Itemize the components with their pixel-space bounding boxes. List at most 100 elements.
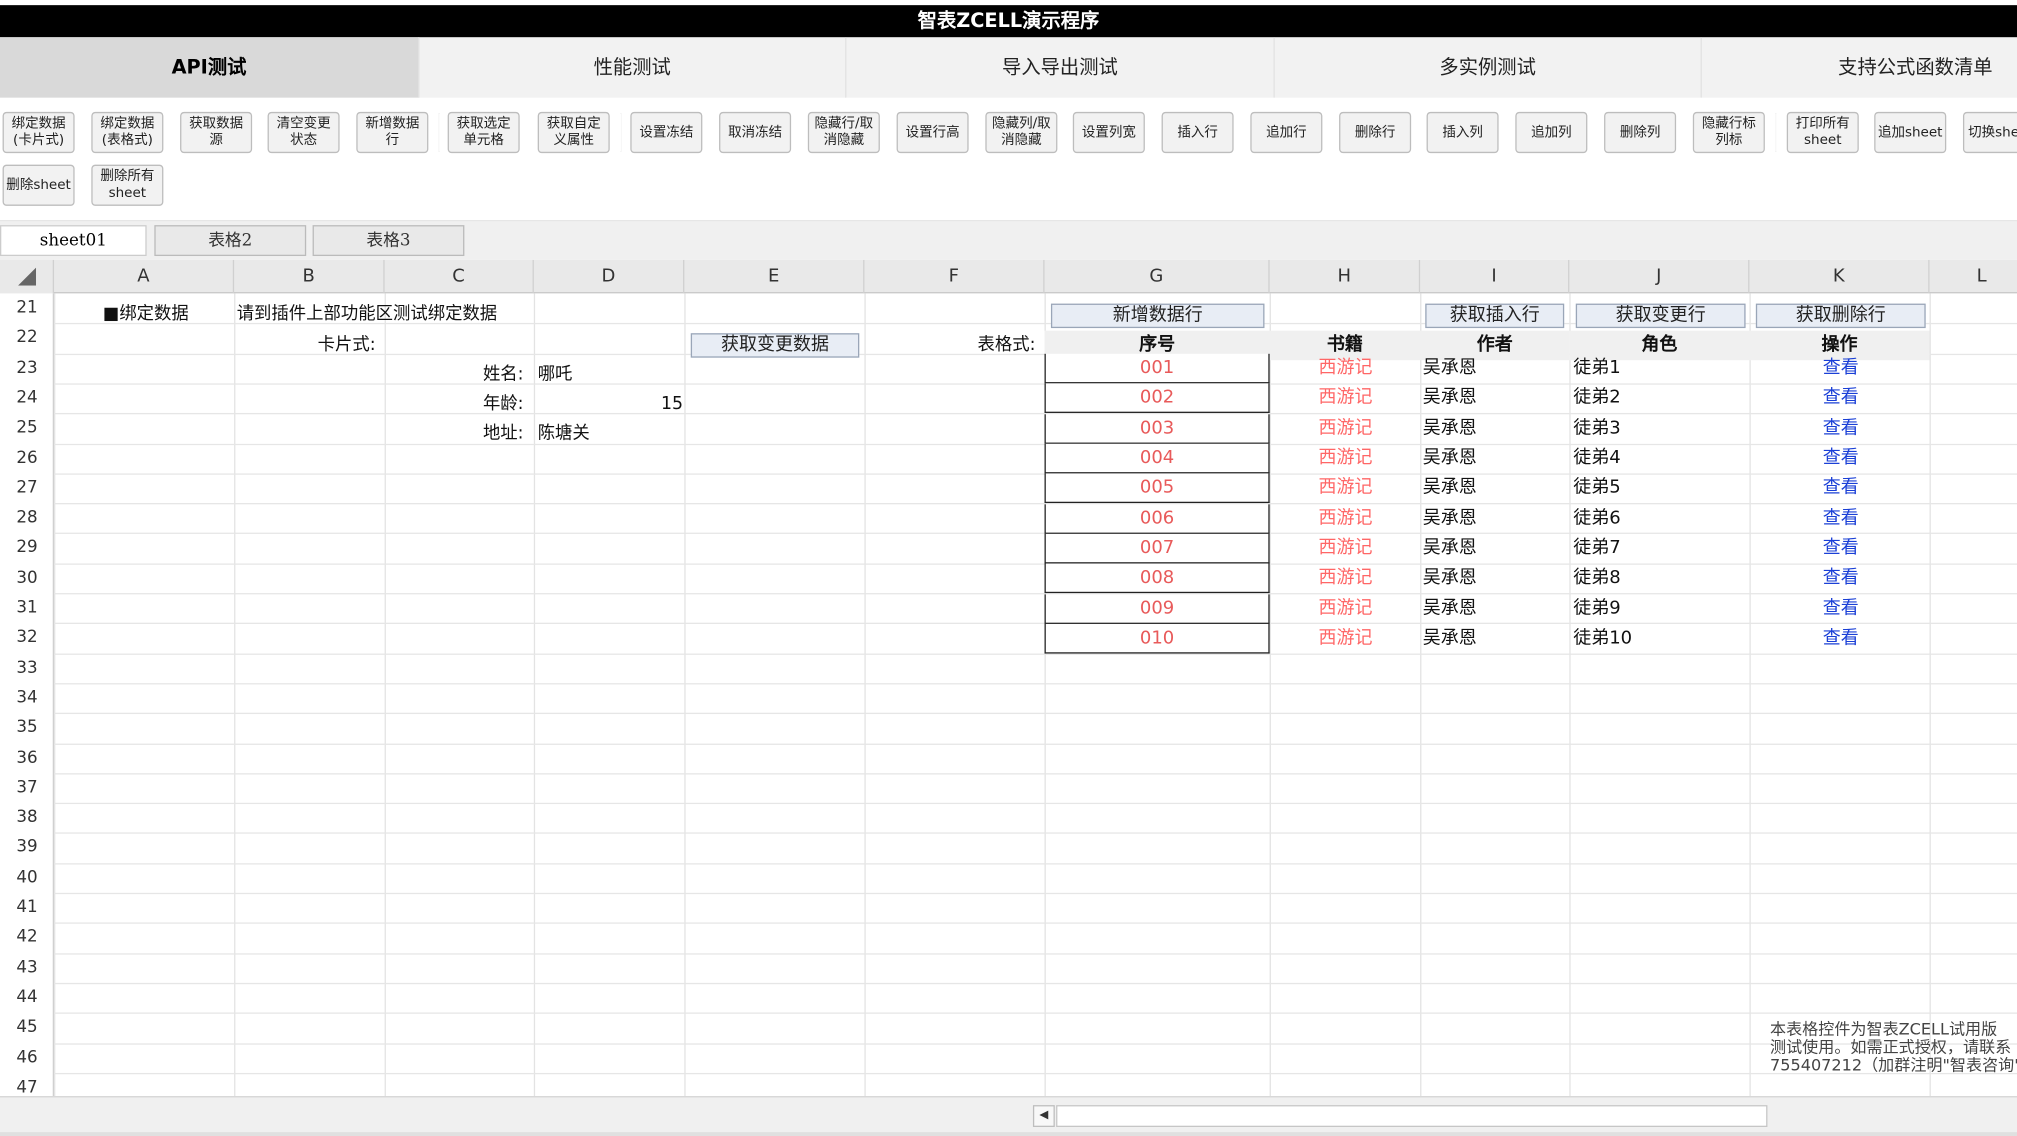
table-cell-seq[interactable]: 006 xyxy=(1044,503,1270,534)
delete-all-sheets-button[interactable]: 删除所有 sheet xyxy=(91,164,164,206)
table-cell-book[interactable]: 西游记 xyxy=(1271,594,1420,624)
table-cell-role[interactable]: 徒弟8 xyxy=(1573,564,1620,594)
table-cell-author[interactable]: 吴承恩 xyxy=(1423,504,1477,534)
table-cell-seq[interactable]: 003 xyxy=(1044,413,1270,444)
append-column-button[interactable]: 追加列 xyxy=(1515,111,1588,154)
row-header[interactable]: 35 xyxy=(0,713,54,743)
cell-b22[interactable]: 卡片式: xyxy=(234,331,376,361)
table-cell-seq[interactable]: 007 xyxy=(1044,533,1270,564)
view-link[interactable]: 查看 xyxy=(1751,624,1931,654)
table-cell-book[interactable]: 西游记 xyxy=(1271,444,1420,474)
view-link[interactable]: 查看 xyxy=(1751,504,1931,534)
row-header[interactable]: 29 xyxy=(0,533,54,563)
scrollbar-thumb[interactable] xyxy=(1056,1105,1768,1127)
get-custom-attribute-button[interactable]: 获取自定 义属性 xyxy=(537,111,610,154)
column-header-i[interactable]: I xyxy=(1420,259,1570,294)
table-cell-book[interactable]: 西游记 xyxy=(1271,504,1420,534)
table-cell-author[interactable]: 吴承恩 xyxy=(1423,444,1477,474)
table-cell-role[interactable]: 徒弟10 xyxy=(1573,624,1632,654)
bind-data-table-button[interactable]: 绑定数据 (表格式) xyxy=(91,111,164,154)
row-header[interactable]: 44 xyxy=(0,983,54,1013)
view-link[interactable]: 查看 xyxy=(1751,564,1931,594)
insert-column-button[interactable]: 插入列 xyxy=(1426,111,1499,154)
cell-d24[interactable]: 15 xyxy=(534,390,683,420)
view-link[interactable]: 查看 xyxy=(1751,384,1931,414)
table-cell-author[interactable]: 吴承恩 xyxy=(1423,594,1477,624)
column-header-f[interactable]: F xyxy=(864,259,1045,294)
row-header[interactable]: 46 xyxy=(0,1043,54,1073)
view-link[interactable]: 查看 xyxy=(1751,354,1931,384)
row-header[interactable]: 34 xyxy=(0,683,54,713)
cell-c25[interactable]: 地址: xyxy=(385,419,524,449)
set-column-width-button[interactable]: 设置列宽 xyxy=(1072,111,1145,154)
set-row-height-button[interactable]: 设置行高 xyxy=(896,111,969,154)
row-header[interactable]: 45 xyxy=(0,1013,54,1043)
sheet-tab-2[interactable]: 表格2 xyxy=(154,225,307,257)
tab-performance-test[interactable]: 性能测试 xyxy=(419,37,847,98)
add-data-row-cell-button[interactable]: 新增数据行 xyxy=(1050,303,1265,329)
table-cell-role[interactable]: 徒弟9 xyxy=(1573,594,1620,624)
table-cell-book[interactable]: 西游记 xyxy=(1271,474,1420,504)
column-header-l[interactable]: L xyxy=(1930,260,2017,293)
view-link[interactable]: 查看 xyxy=(1751,534,1931,564)
row-header[interactable]: 24 xyxy=(0,383,54,413)
get-deleted-rows-button[interactable]: 获取删除行 xyxy=(1755,303,1926,329)
column-header-a[interactable]: A xyxy=(54,259,235,294)
clear-change-state-button[interactable]: 清空变更 状态 xyxy=(267,111,340,154)
delete-sheet-button[interactable]: 删除sheet xyxy=(2,164,75,206)
add-data-row-button[interactable]: 新增数据 行 xyxy=(356,111,429,154)
table-cell-role[interactable]: 徒弟4 xyxy=(1573,444,1620,474)
cancel-freeze-button[interactable]: 取消冻结 xyxy=(719,111,792,154)
spreadsheet-grid[interactable]: A B C D E F G H I J K L 21 22 23 24 25 26 27 28… xyxy=(0,259,2017,1097)
row-header[interactable]: 39 xyxy=(0,833,54,863)
row-header[interactable]: 25 xyxy=(0,413,54,443)
table-cell-author[interactable]: 吴承恩 xyxy=(1423,624,1477,654)
table-cell-book[interactable]: 西游记 xyxy=(1271,534,1420,564)
cell-f22[interactable]: 表格式: xyxy=(864,331,1036,361)
row-header[interactable]: 31 xyxy=(0,593,54,623)
tab-multi-instance-test[interactable]: 多实例测试 xyxy=(1275,37,1702,98)
row-header[interactable]: 41 xyxy=(0,893,54,923)
table-cell-author[interactable]: 吴承恩 xyxy=(1423,564,1477,594)
column-header-g[interactable]: G xyxy=(1045,259,1270,294)
table-cell-seq[interactable]: 009 xyxy=(1044,593,1270,624)
append-row-button[interactable]: 追加行 xyxy=(1250,111,1323,154)
hide-column-toggle-button[interactable]: 隐藏列/取 消隐藏 xyxy=(985,111,1058,154)
table-cell-author[interactable]: 吴承恩 xyxy=(1423,414,1477,444)
column-header-k[interactable]: K xyxy=(1749,259,1930,294)
table-cell-seq[interactable]: 005 xyxy=(1044,473,1270,504)
table-cell-role[interactable]: 徒弟5 xyxy=(1573,474,1620,504)
scroll-left-arrow-icon[interactable]: ◀ xyxy=(1032,1105,1055,1127)
view-link[interactable]: 查看 xyxy=(1751,414,1931,444)
cell-a21[interactable]: ■绑定数据 xyxy=(103,300,189,330)
get-selected-cell-button[interactable]: 获取选定 单元格 xyxy=(447,111,520,154)
row-header[interactable]: 21 xyxy=(0,293,54,323)
get-data-source-button[interactable]: 获取数据 源 xyxy=(180,111,253,154)
sheet-tab-sheet01[interactable]: sheet01 xyxy=(0,225,147,257)
table-cell-role[interactable]: 徒弟1 xyxy=(1573,354,1620,384)
view-link[interactable]: 查看 xyxy=(1751,594,1931,624)
table-cell-role[interactable]: 徒弟3 xyxy=(1573,414,1620,444)
cell-b21[interactable]: 请到插件上部功能区测试绑定数据 xyxy=(237,300,497,330)
tab-formula-function-list[interactable]: 支持公式函数清单 xyxy=(1702,37,2017,97)
column-header-c[interactable]: C xyxy=(385,259,534,294)
table-cell-author[interactable]: 吴承恩 xyxy=(1423,354,1477,384)
table-cell-book[interactable]: 西游记 xyxy=(1271,354,1420,384)
table-cell-role[interactable]: 徒弟7 xyxy=(1573,534,1620,564)
table-cell-author[interactable]: 吴承恩 xyxy=(1423,384,1477,414)
table-cell-role[interactable]: 徒弟2 xyxy=(1573,384,1620,414)
table-cell-seq[interactable]: 001 xyxy=(1044,353,1270,384)
switch-sheet-button[interactable]: 切换sheet xyxy=(1962,111,2017,154)
delete-column-button[interactable]: 删除列 xyxy=(1604,111,1677,154)
print-all-sheets-button[interactable]: 打印所有 sheet xyxy=(1786,111,1859,154)
view-link[interactable]: 查看 xyxy=(1751,444,1931,474)
hide-headers-button[interactable]: 隐藏行标 列标 xyxy=(1692,111,1765,154)
row-header[interactable]: 22 xyxy=(0,323,54,353)
tab-import-export-test[interactable]: 导入导出测试 xyxy=(846,37,1275,98)
cell-c23[interactable]: 姓名: xyxy=(385,360,524,390)
row-header[interactable]: 37 xyxy=(0,773,54,803)
table-cell-author[interactable]: 吴承恩 xyxy=(1423,474,1477,504)
row-header[interactable]: 23 xyxy=(0,353,54,383)
row-header[interactable]: 28 xyxy=(0,503,54,533)
table-cell-book[interactable]: 西游记 xyxy=(1271,384,1420,414)
